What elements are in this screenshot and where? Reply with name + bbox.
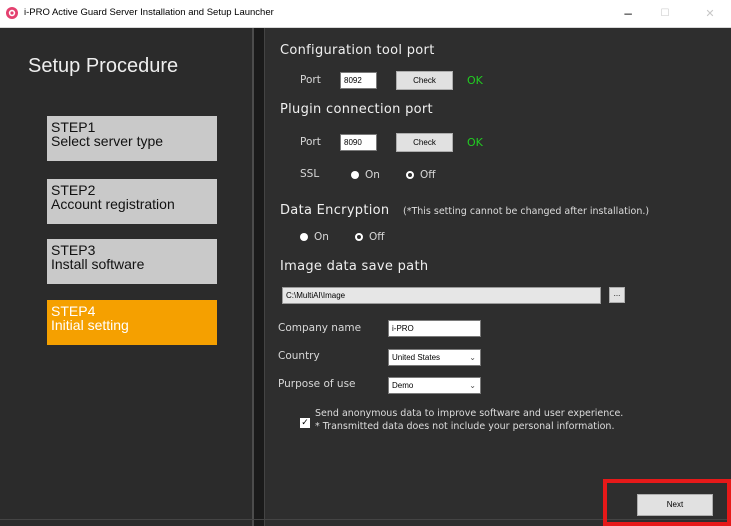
step-label: STEP4 [51,303,96,319]
step-label: STEP1 [51,119,96,135]
consent-line-2: * Transmitted data does not include your… [315,421,615,432]
radio-unselected-icon [355,233,363,241]
image-path-heading: Image data save path [280,259,429,274]
purpose-label: Purpose of use [278,378,356,390]
settings-panel: Configuration tool port Port 8092 Check … [265,28,731,526]
purpose-select[interactable]: Demo ⌄ [388,377,481,394]
country-label: Country [278,350,320,362]
purpose-selected-value: Demo [392,381,414,390]
step-description: Install software [51,256,145,272]
company-name-label: Company name [278,322,362,334]
config-port-status: OK [467,74,483,87]
plugin-port-status: OK [467,136,483,149]
ssl-on-radio[interactable]: On [351,169,380,181]
sidebar-divider [252,28,254,526]
step-4-initial-setting[interactable]: STEP4 Initial setting [47,300,217,345]
minimize-button[interactable]: − [611,0,645,28]
browse-button[interactable]: ... [609,287,625,303]
step-description: Initial setting [51,317,129,333]
encryption-on-label: On [314,231,329,243]
step-label: STEP3 [51,242,96,258]
step-1-select-server-type[interactable]: STEP1 Select server type [47,116,217,161]
encryption-note: (*This setting cannot be changed after i… [403,206,650,217]
ssl-on-label: On [365,169,380,181]
window-title: i-PRO Active Guard Server Installation a… [24,7,274,18]
plugin-port-check-button[interactable]: Check [396,133,453,152]
country-select[interactable]: United States ⌄ [388,349,481,366]
plugin-port-input[interactable]: 8090 [340,134,377,151]
config-port-label: Port [300,74,321,86]
company-name-input[interactable]: i-PRO [388,320,481,337]
step-description: Account registration [51,196,175,212]
sidebar: Setup Procedure STEP1 Select server type… [0,28,252,526]
title-bar: i-PRO Active Guard Server Installation a… [0,0,731,28]
step-2-account-registration[interactable]: STEP2 Account registration [47,179,217,224]
config-port-heading: Configuration tool port [280,43,435,58]
encryption-off-label: Off [369,231,385,243]
radio-selected-icon [351,171,359,179]
next-button-highlight [603,479,731,526]
app-logo-icon [6,7,18,19]
close-button[interactable]: ✕ [693,0,727,28]
consent-line-1: Send anonymous data to improve software … [315,408,624,419]
chevron-down-icon: ⌄ [469,381,476,390]
config-port-check-button[interactable]: Check [396,71,453,90]
ssl-off-radio[interactable]: Off [406,169,436,181]
chevron-down-icon: ⌄ [469,353,476,362]
plugin-port-heading: Plugin connection port [280,102,433,117]
sidebar-title: Setup Procedure [28,55,179,77]
country-selected-value: United States [392,353,441,362]
ssl-label: SSL [300,168,320,180]
radio-selected-icon [300,233,308,241]
radio-unselected-icon [406,171,414,179]
consent-checkbox[interactable]: ✓ [300,418,310,428]
encryption-on-radio[interactable]: On [300,231,329,243]
step-3-install-software[interactable]: STEP3 Install software [47,239,217,284]
image-path-input[interactable]: C:\MultiAI\Image [282,287,601,304]
encryption-heading: Data Encryption [280,203,390,218]
maximize-button[interactable]: ☐ [648,0,682,28]
encryption-off-radio[interactable]: Off [355,231,385,243]
ssl-off-label: Off [420,169,436,181]
plugin-port-label: Port [300,136,321,148]
config-port-input[interactable]: 8092 [340,72,377,89]
step-description: Select server type [51,133,164,149]
step-label: STEP2 [51,182,96,198]
